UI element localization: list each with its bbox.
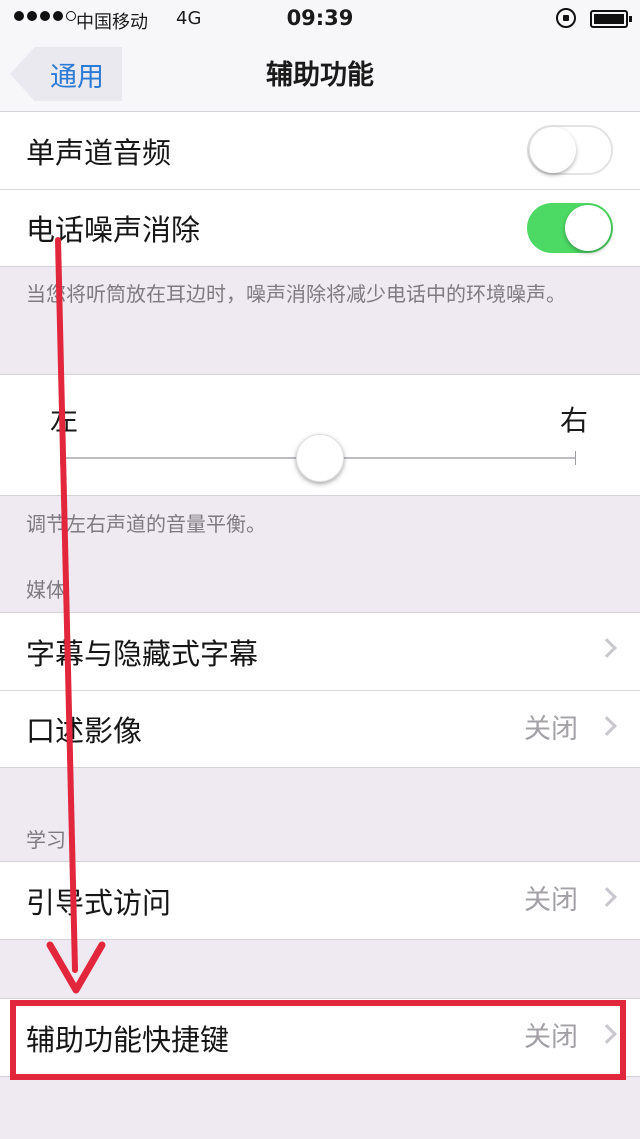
annotation-highlight-box bbox=[10, 1000, 626, 1080]
noise-cancellation-footer: 当您将听筒放在耳边时，噪声消除将减少电话中的环境噪声。 bbox=[26, 282, 566, 306]
noise-cancellation-toggle[interactable] bbox=[527, 203, 613, 253]
mono-audio-row: 单声道音频 bbox=[0, 112, 640, 189]
learning-group: 引导式访问 关闭 bbox=[0, 861, 640, 940]
audio-descriptions-label: 口述影像 bbox=[26, 714, 143, 748]
media-group: 字幕与隐藏式字幕 口述影像 关闭 bbox=[0, 612, 640, 768]
media-section-header: 媒体 bbox=[26, 578, 66, 602]
rotation-lock-icon bbox=[556, 8, 576, 28]
battery-icon bbox=[590, 10, 632, 28]
balance-tick-right bbox=[575, 451, 576, 465]
mono-audio-toggle[interactable] bbox=[527, 125, 613, 175]
noise-cancellation-label: 电话噪声消除 bbox=[26, 213, 201, 247]
guided-access-value: 关闭 bbox=[524, 885, 578, 916]
toggle-knob bbox=[565, 205, 611, 251]
balance-right-label: 右 bbox=[560, 404, 589, 437]
status-time: 09:39 bbox=[286, 6, 354, 30]
back-button-label: 通用 bbox=[50, 61, 104, 93]
audio-settings-group: 单声道音频 电话噪声消除 bbox=[0, 111, 640, 267]
balance-left-label: 左 bbox=[50, 404, 79, 437]
guided-access-label: 引导式访问 bbox=[26, 885, 172, 920]
guided-access-row[interactable]: 引导式访问 关闭 bbox=[0, 862, 640, 939]
chevron-right-icon bbox=[597, 887, 617, 907]
balance-footer: 调节左右声道的音量平衡。 bbox=[26, 512, 266, 536]
navigation-bar: 辅助功能 通用 bbox=[0, 40, 640, 112]
balance-tick-left bbox=[60, 451, 61, 465]
chevron-right-icon bbox=[597, 716, 617, 736]
audio-descriptions-value: 关闭 bbox=[524, 714, 578, 745]
subtitles-label: 字幕与隐藏式字幕 bbox=[26, 636, 259, 671]
subtitles-row[interactable]: 字幕与隐藏式字幕 bbox=[0, 613, 640, 690]
status-bar: 中国移动 4G 09:39 bbox=[0, 0, 640, 40]
audio-descriptions-row[interactable]: 口述影像 关闭 bbox=[0, 690, 640, 767]
balance-slider-thumb[interactable] bbox=[296, 434, 344, 482]
learning-section-header: 学习 bbox=[26, 828, 66, 852]
mono-audio-label: 单声道音频 bbox=[26, 135, 172, 170]
toggle-knob bbox=[530, 127, 576, 173]
chevron-right-icon bbox=[597, 638, 617, 658]
noise-cancellation-row: 电话噪声消除 bbox=[0, 189, 640, 266]
balance-group: 左 右 bbox=[0, 374, 640, 496]
